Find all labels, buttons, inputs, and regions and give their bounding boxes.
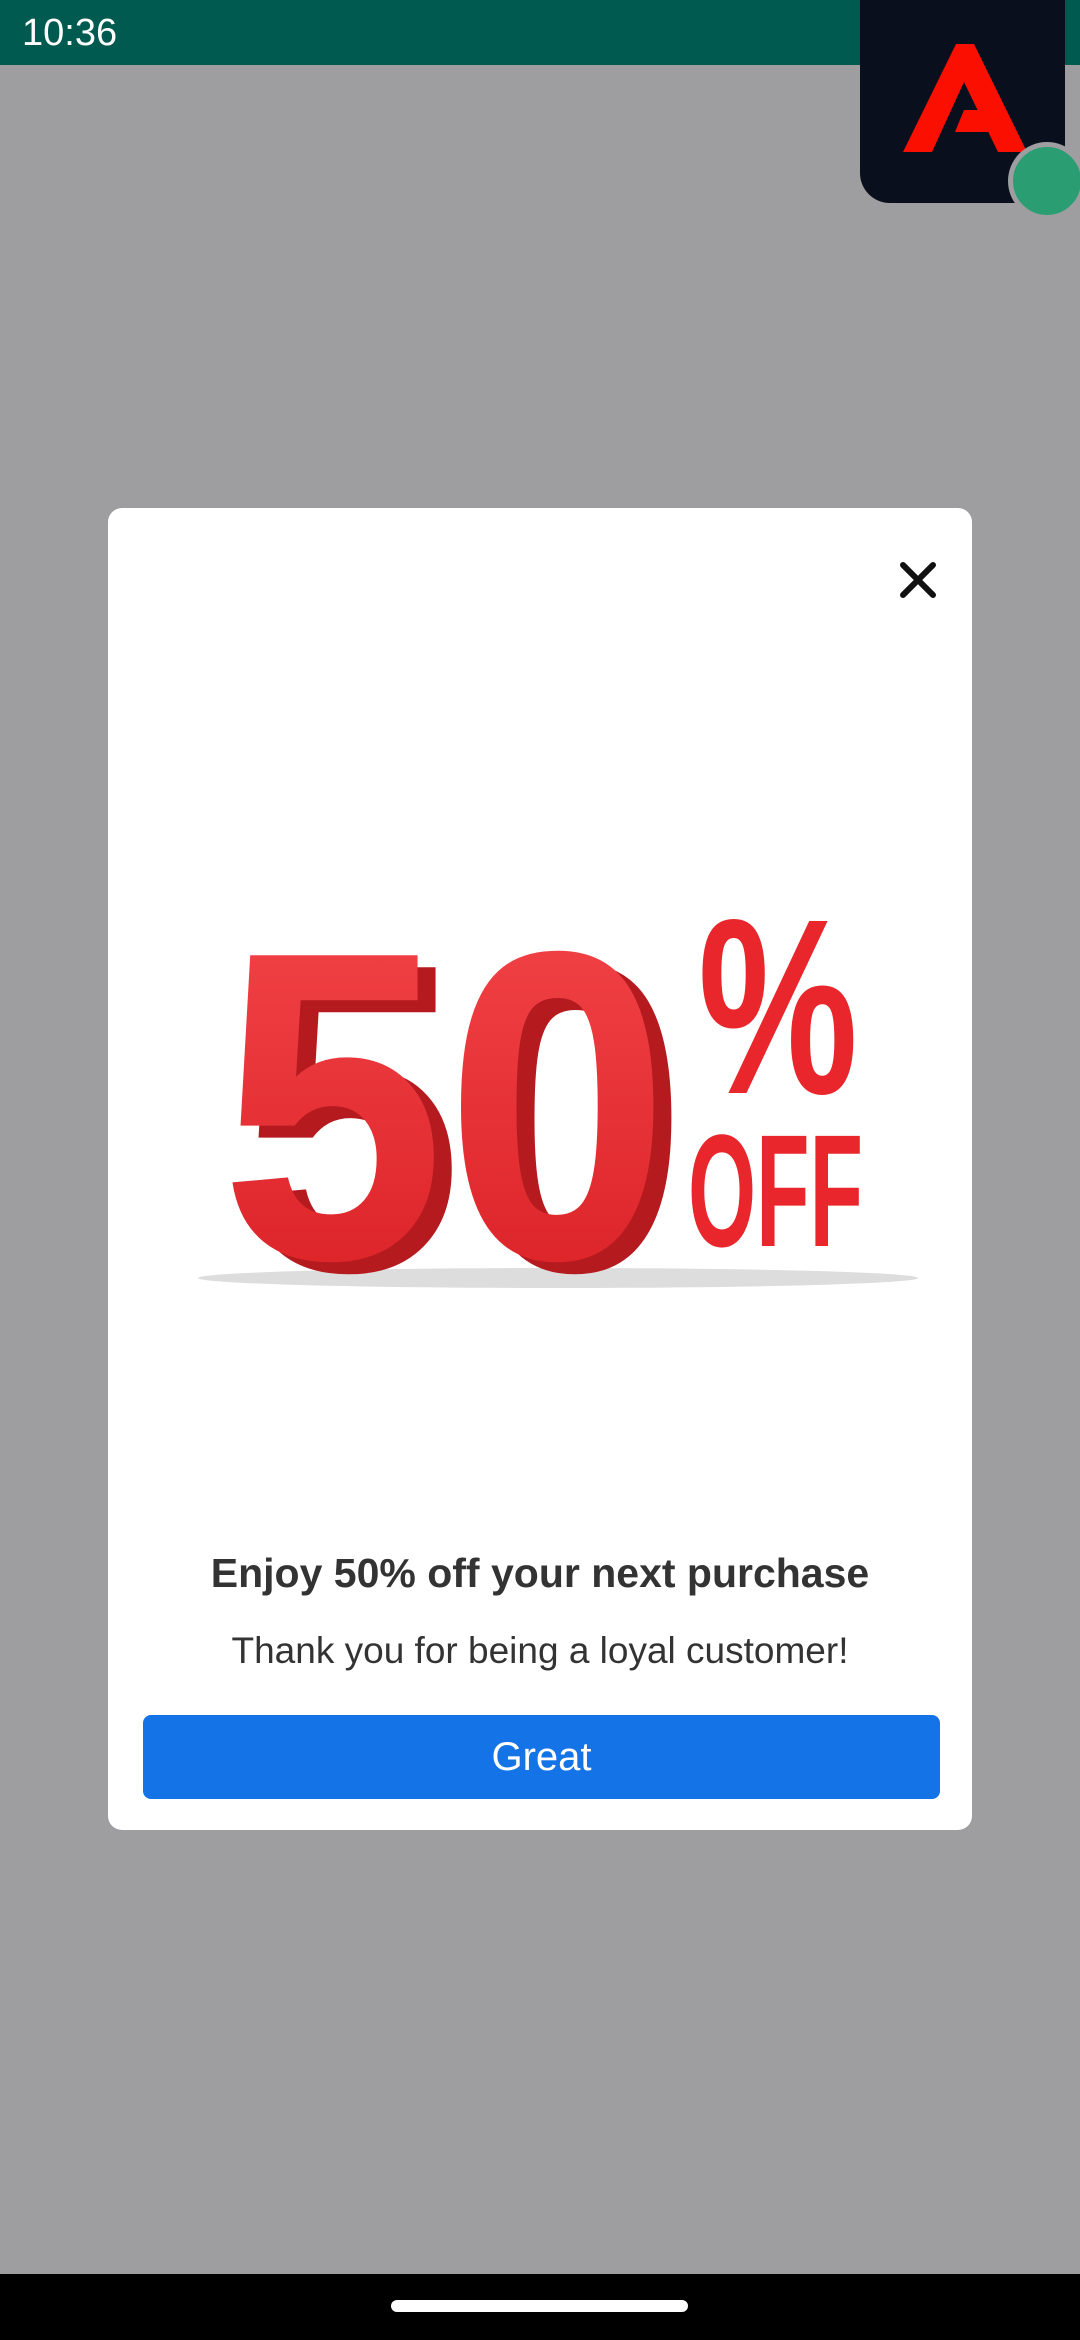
promo-dialog: 50 50 % OFF Enjoy 50% off your next purc… (108, 508, 972, 1830)
promo-subtext: Thank you for being a loyal customer! (231, 1630, 849, 1671)
promo-image-off-text: OFF (688, 1101, 863, 1280)
great-button[interactable]: Great (143, 1715, 940, 1799)
promo-image-big-text: 50 (220, 861, 670, 1308)
status-time: 10:36 (22, 12, 118, 54)
close-icon (900, 562, 936, 598)
promo-50-off-image: 50 50 % OFF (198, 861, 918, 1308)
floating-app-badge (1008, 142, 1080, 220)
promo-headline: Enjoy 50% off your next purchase (210, 1550, 870, 1596)
home-indicator[interactable] (391, 2300, 688, 2312)
close-button[interactable] (886, 548, 950, 612)
